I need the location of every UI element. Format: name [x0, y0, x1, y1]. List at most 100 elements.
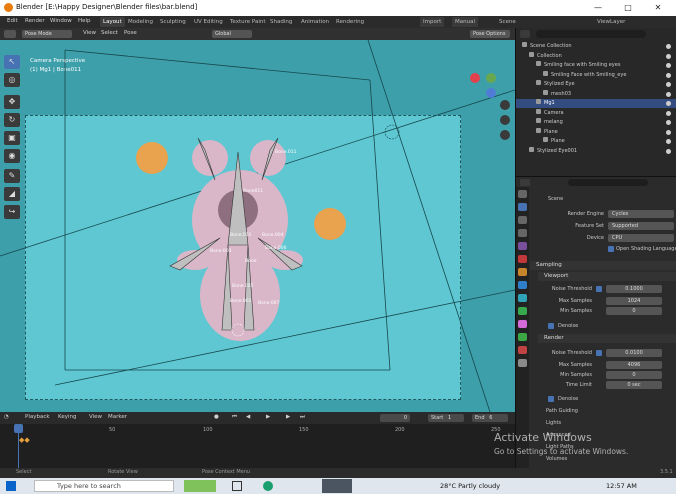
data-tab-icon[interactable] — [518, 333, 527, 341]
menu-render[interactable]: Render — [25, 18, 45, 24]
next-keyframe-icon[interactable]: ▶ — [286, 414, 290, 420]
visibility-eye-icon[interactable] — [666, 63, 671, 68]
outliner-row[interactable]: Stylized Eye — [516, 80, 676, 89]
outliner-row[interactable]: melang — [516, 118, 676, 127]
outliner-row[interactable]: Camera — [516, 108, 676, 118]
tab-sculpting[interactable]: Sculpting — [157, 17, 189, 27]
viewport-min-field[interactable]: 0 — [606, 307, 662, 315]
outliner-row[interactable]: Collection — [516, 51, 676, 61]
outliner-row[interactable]: Scene Collection — [516, 42, 676, 51]
visibility-eye-icon[interactable] — [666, 148, 671, 154]
denoise-label[interactable]: Denoise — [558, 322, 578, 330]
menu-keying[interactable]: Keying — [58, 414, 76, 420]
menu-timeline-view[interactable]: View — [89, 414, 102, 420]
menu-pose[interactable]: Pose — [124, 30, 137, 36]
annotate-tool-icon[interactable]: ✎ — [4, 169, 20, 183]
viewport-max-field[interactable]: 1024 — [606, 297, 662, 305]
windows-start-icon[interactable] — [6, 481, 16, 491]
tab-uv-editing[interactable]: UV Editing — [191, 17, 226, 27]
outliner-row[interactable]: Mg1 — [516, 99, 676, 108]
import-button[interactable]: Import — [420, 17, 445, 27]
weather-label[interactable]: 28°C Partly cloudy — [440, 482, 500, 490]
outliner-row[interactable]: Stylized Eye001 — [516, 146, 676, 156]
mode-dropdown[interactable]: Pose Mode — [22, 30, 72, 38]
transform-tool-icon[interactable]: ◉ — [4, 149, 20, 163]
render-subpanel-header[interactable]: Render — [538, 334, 676, 343]
tab-rendering[interactable]: Rendering — [333, 17, 367, 27]
maximize-button[interactable]: □ — [618, 1, 638, 14]
menu-marker[interactable]: Marker — [108, 414, 127, 420]
visibility-eye-icon[interactable] — [666, 139, 671, 144]
scene-selector[interactable]: Scene — [496, 17, 519, 27]
edge-icon[interactable] — [263, 481, 273, 491]
denoise-checkbox[interactable] — [548, 323, 554, 329]
denoise-render-label[interactable]: Denoise — [558, 395, 578, 403]
world-tab-icon[interactable] — [518, 255, 527, 263]
volumes-panel[interactable]: Volumes — [546, 455, 567, 463]
bone-tool-icon[interactable]: ↪ — [4, 205, 20, 219]
object-tab-icon[interactable] — [518, 268, 527, 276]
jump-end-icon[interactable]: ⏭ — [300, 414, 305, 421]
menu-playback[interactable]: Playback — [25, 414, 50, 420]
physics-tab-icon[interactable] — [518, 307, 527, 315]
tab-animation[interactable]: Animation — [298, 17, 332, 27]
open-shading-checkbox[interactable] — [608, 246, 614, 252]
viewport-noise-field[interactable]: 0.1000 — [606, 285, 662, 293]
viewport-subpanel-header[interactable]: Viewport — [538, 272, 676, 281]
outliner-row[interactable]: Plane — [516, 127, 676, 137]
select-box-tool-icon[interactable]: ↖ — [4, 55, 20, 69]
taskbar-app-icon[interactable] — [184, 480, 216, 492]
prev-keyframe-icon[interactable]: ◀ — [246, 414, 250, 420]
close-button[interactable]: ✕ — [648, 1, 668, 14]
visibility-eye-icon[interactable] — [666, 44, 671, 49]
menu-view[interactable]: View — [83, 30, 96, 36]
properties-search-input[interactable] — [568, 179, 648, 186]
render-noise-field[interactable]: 0.0100 — [606, 349, 662, 357]
render-engine-dropdown[interactable]: Cycles — [608, 210, 674, 218]
path-guiding-panel[interactable]: Path Guiding — [546, 407, 578, 415]
feature-set-dropdown[interactable]: Supported — [608, 222, 674, 230]
taskbar-search-input[interactable]: Type here to search — [34, 480, 174, 492]
render-noise-checkbox[interactable] — [596, 350, 602, 356]
viewlayer-selector[interactable]: ViewLayer — [594, 17, 628, 27]
menu-edit[interactable]: Edit — [7, 18, 18, 24]
view-layer-tab-icon[interactable] — [518, 229, 527, 237]
visibility-eye-icon[interactable] — [666, 72, 671, 78]
tab-shading[interactable]: Shading — [267, 17, 295, 27]
timeline-editor-icon[interactable]: ◔ — [4, 414, 9, 420]
end-frame-field[interactable]: End 6 — [472, 414, 508, 422]
visibility-eye-icon[interactable] — [666, 91, 671, 97]
outliner-search-input[interactable] — [536, 30, 646, 38]
current-frame-field[interactable]: 0 — [380, 414, 410, 422]
scene-tab-icon[interactable] — [518, 242, 527, 250]
scale-tool-icon[interactable]: ▣ — [4, 131, 20, 145]
camera-view-icon[interactable] — [500, 130, 510, 140]
lights-panel[interactable]: Lights — [546, 419, 561, 427]
rotate-tool-icon[interactable]: ↻ — [4, 113, 20, 127]
measure-tool-icon[interactable]: ◢ — [4, 187, 20, 201]
outliner-row[interactable]: Plane — [516, 137, 676, 146]
tool-tab-icon[interactable] — [518, 190, 527, 198]
outliner-row[interactable]: Smiling Face with Smiling_eye — [516, 70, 676, 80]
tab-texture-paint[interactable]: Texture Paint — [227, 17, 269, 27]
visibility-eye-icon[interactable] — [666, 53, 671, 59]
record-button[interactable]: ● — [214, 414, 219, 420]
y-axis-gizmo[interactable] — [486, 73, 496, 83]
orientation-dropdown[interactable]: Global — [212, 30, 252, 38]
hand-pan-icon[interactable] — [500, 115, 510, 125]
move-tool-icon[interactable]: ✥ — [4, 95, 20, 109]
render-max-field[interactable]: 4096 — [606, 361, 662, 369]
tab-layout[interactable]: Layout — [100, 17, 125, 27]
blender-taskbar-icon[interactable] — [322, 479, 352, 493]
properties-editor-icon[interactable] — [520, 179, 530, 186]
keyframe-marker-icon[interactable]: ◆◆ — [19, 436, 30, 444]
start-frame-field[interactable]: Start 1 — [428, 414, 464, 422]
visibility-eye-icon[interactable] — [666, 120, 671, 125]
cursor-tool-icon[interactable]: ◎ — [4, 73, 20, 87]
timeline[interactable]: 0 50 100 150 200 250 ◆◆ — [0, 424, 515, 468]
outliner-row[interactable]: Smiling face with Smiling eyes — [516, 61, 676, 70]
visibility-eye-icon[interactable] — [666, 101, 671, 106]
zoom-icon[interactable] — [500, 100, 510, 110]
minimize-button[interactable]: — — [588, 1, 608, 14]
outliner-editor-icon[interactable] — [520, 30, 530, 38]
